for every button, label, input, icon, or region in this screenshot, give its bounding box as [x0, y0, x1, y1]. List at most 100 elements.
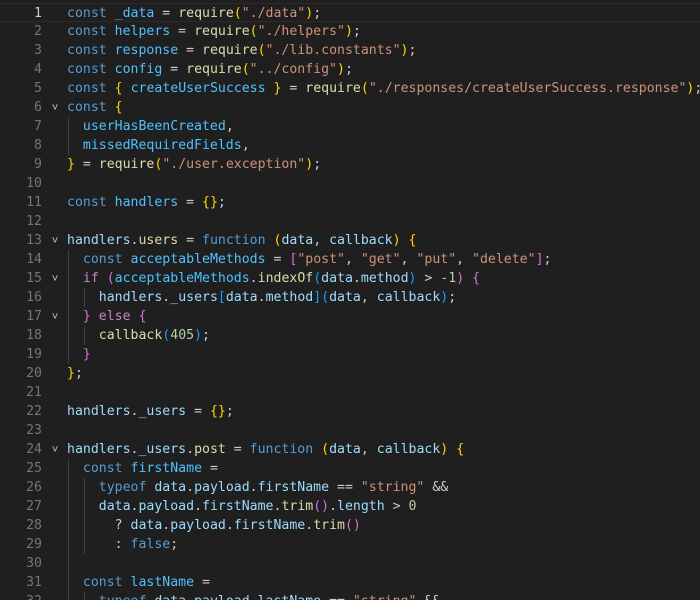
code-token: else — [98, 309, 131, 324]
code-line[interactable]: 2 const helpers = require("./helpers"); — [0, 22, 700, 41]
code-line[interactable]: 27 data.payload.firstName.trim().length … — [0, 497, 700, 516]
indent-guide — [68, 250, 69, 364]
code-token: , — [241, 138, 250, 153]
code-text: const config = require("../config"); — [67, 60, 353, 79]
code-text: const firstName = — [67, 459, 218, 478]
line-number: 30 — [26, 556, 42, 571]
fold-chevron-icon[interactable]: ˅ — [48, 440, 62, 459]
code-token: 405 — [170, 328, 195, 343]
fold-chevron-icon[interactable]: ˅ — [48, 98, 62, 117]
code-token: } — [82, 309, 91, 324]
code-text: }; — [67, 364, 83, 383]
line-number: 1 — [34, 6, 42, 21]
code-line[interactable]: 16 handlers._users[data.method](data, ca… — [0, 288, 700, 307]
code-line[interactable]: 8 missedRequiredFields, — [0, 136, 700, 155]
code-token: = — [154, 6, 179, 21]
code-line[interactable]: 29 : false; — [0, 535, 700, 554]
code-text: const response = require("./lib.constant… — [67, 41, 416, 60]
code-token: require — [186, 62, 242, 77]
code-line[interactable]: 30 — [0, 554, 700, 573]
code-line[interactable]: 13 ˅ handlers.users = function (data, call… — [0, 231, 700, 250]
code-token: = — [202, 461, 218, 476]
code-line[interactable]: 11 const handlers = {}; — [0, 193, 700, 212]
code-token: typeof — [99, 594, 147, 600]
line-number: 23 — [26, 423, 42, 438]
code-line[interactable]: 28 ? data.payload.firstName.trim() — [0, 516, 700, 535]
code-token: = — [170, 24, 195, 39]
line-number: 5 — [34, 81, 42, 96]
line-number: 31 — [26, 575, 42, 590]
fold-chevron-icon[interactable]: ˅ — [48, 307, 62, 326]
fold-chevron-icon[interactable]: ˅ — [48, 269, 62, 288]
code-line[interactable]: 10 — [0, 174, 700, 193]
code-line[interactable]: 1 const _data = require("./data"); — [0, 3, 700, 22]
code-token: method — [265, 290, 314, 305]
code-token: ? — [67, 518, 131, 533]
code-editor[interactable]: 1 const _data = require("./data"); 2 const … — [0, 0, 700, 600]
code-text: if (acceptableMethods.indexOf(data.metho… — [67, 269, 480, 288]
code-line[interactable]: 22 handlers._users = {}; — [0, 402, 700, 421]
code-token: function — [249, 442, 314, 457]
code-token: data — [225, 290, 258, 305]
code-line[interactable]: 18 callback(405); — [0, 326, 700, 345]
code-token: -1 — [440, 271, 457, 286]
code-token: _data — [114, 6, 155, 21]
code-token: createUserSuccess — [130, 81, 266, 96]
code-token: ) — [305, 6, 314, 21]
code-text: handlers.users = function (data, callbac… — [67, 231, 417, 250]
code-text: const { createUserSuccess } = require(".… — [67, 79, 700, 98]
code-line[interactable]: 17 ˅ } else { — [0, 307, 700, 326]
line-number: 24 — [26, 442, 42, 457]
code-token: , — [360, 290, 377, 305]
code-line[interactable]: 9} = require("./user.exception"); — [0, 155, 700, 174]
code-line[interactable]: 25 const firstName = — [0, 459, 700, 478]
code-token: () — [313, 499, 330, 514]
code-text: } — [67, 345, 91, 364]
code-token: . — [225, 518, 234, 533]
code-line[interactable]: 21 — [0, 383, 700, 402]
fold-chevron-icon[interactable]: ˅ — [48, 231, 62, 250]
code-line[interactable]: 15 ˅ if (acceptableMethods.indexOf(data.m… — [0, 269, 700, 288]
code-token: ; — [694, 81, 700, 96]
code-line[interactable]: 14 const acceptableMethods = ["post", "g… — [0, 250, 700, 269]
code-line[interactable]: 3 const response = require("./lib.constan… — [0, 41, 700, 60]
code-line[interactable]: 24 ˅ handlers._users.post = function (data… — [0, 440, 700, 459]
code-token: > — [384, 499, 409, 514]
line-number: 19 — [26, 347, 42, 362]
code-token: handlers — [67, 233, 131, 248]
code-token: ) — [392, 233, 401, 248]
code-line[interactable]: 12 — [0, 212, 700, 231]
code-line[interactable]: 7 userHasBeenCreated, — [0, 117, 700, 136]
code-token: lastName — [258, 594, 322, 600]
line-number: 21 — [26, 385, 42, 400]
code-line[interactable]: 5 const { createUserSuccess } = require("… — [0, 79, 700, 98]
code-token: function — [202, 233, 266, 248]
code-token: ( — [249, 24, 258, 39]
code-line[interactable]: 32 typeof data.payload.lastName == "stri… — [0, 592, 700, 600]
code-line[interactable]: 20}; — [0, 364, 700, 383]
code-text: missedRequiredFields, — [67, 136, 250, 155]
code-line[interactable]: 4 const config = require("../config"); — [0, 60, 700, 79]
code-token: "get" — [360, 252, 401, 267]
code-token: callback — [376, 290, 441, 305]
code-token: = — [186, 404, 210, 419]
code-token: = — [74, 157, 99, 172]
code-token: payload — [170, 518, 226, 533]
code-line[interactable]: 19 } — [0, 345, 700, 364]
code-line[interactable]: 23 — [0, 421, 700, 440]
code-line[interactable]: 26 typeof data.payload.firstName == "str… — [0, 478, 700, 497]
code-line[interactable]: 31 const lastName = — [0, 573, 700, 592]
code-token: ; — [313, 6, 322, 21]
code-token: "string" — [353, 594, 417, 600]
code-token: callback — [98, 328, 163, 343]
code-token: "put" — [416, 252, 457, 267]
code-line[interactable]: 6 ˅ const { — [0, 98, 700, 117]
